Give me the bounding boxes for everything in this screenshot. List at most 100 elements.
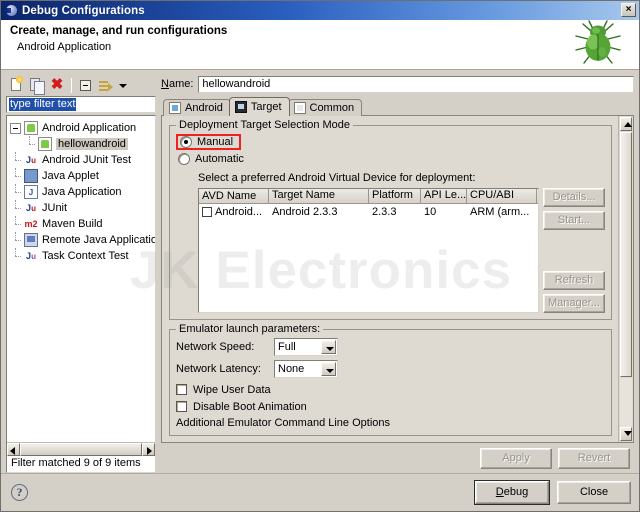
network-speed-select[interactable]: Full	[274, 338, 338, 356]
target-panel-scrollbar[interactable]	[618, 116, 633, 442]
page-title: Create, manage, and run configurations	[10, 25, 228, 37]
tree-horizontal-scrollbar[interactable]	[7, 442, 155, 456]
tree-item-label: Task Context Test	[42, 250, 129, 262]
network-speed-label: Network Speed:	[176, 341, 255, 353]
tree-item-task-context-test[interactable]: Ju Task Context Test	[10, 248, 155, 264]
scroll-right-icon[interactable]	[142, 443, 155, 456]
cell-avd-name[interactable]: Android...	[199, 206, 269, 218]
title-bar: Debug Configurations ×	[1, 1, 639, 20]
name-input[interactable]	[198, 75, 634, 93]
debug-button[interactable]: Debug	[474, 480, 550, 505]
checkbox-icon[interactable]	[176, 384, 187, 395]
automatic-radio-row[interactable]: Automatic	[178, 151, 605, 167]
tree-item-remote-java-application[interactable]: Remote Java Applicatio	[10, 232, 155, 248]
chevron-down-icon[interactable]	[117, 76, 127, 94]
tree-branch-line	[10, 152, 21, 168]
checkbox-icon[interactable]	[202, 206, 212, 217]
tree-item-maven-build[interactable]: m2 Maven Build	[10, 216, 155, 232]
avd-instruction: Select a preferred Android Virtual Devic…	[198, 172, 476, 184]
network-speed-value: Full	[278, 341, 296, 353]
delete-configuration-button[interactable]: ✖	[48, 76, 66, 94]
tab-target[interactable]: Target	[228, 97, 290, 116]
configurations-tree-box: Android Application hellowandroid Ju And…	[6, 115, 156, 473]
expand-collapse-icon[interactable]	[10, 122, 21, 134]
tree-item-java-application[interactable]: J Java Application	[10, 184, 155, 200]
radio-icon[interactable]	[180, 136, 192, 148]
copy-document-icon	[30, 78, 45, 95]
scroll-up-icon[interactable]	[620, 117, 632, 131]
network-latency-label: Network Latency:	[176, 363, 261, 375]
name-row: Name:	[161, 74, 634, 94]
tree-item-java-applet[interactable]: Java Applet	[10, 168, 155, 184]
new-configuration-button[interactable]	[8, 76, 26, 94]
tree-item-android-junit-test[interactable]: Ju Android JUnit Test	[10, 152, 155, 168]
java-icon: J	[24, 185, 38, 199]
tree-branch-line	[10, 200, 21, 216]
network-latency-value: None	[278, 363, 305, 375]
column-header-api-level[interactable]: API Le...	[421, 189, 467, 204]
disable-boot-animation-label: Disable Boot Animation	[193, 400, 307, 413]
tree-branch-line	[24, 136, 35, 152]
column-header-target-name[interactable]: Target Name	[269, 189, 369, 204]
new-document-icon	[11, 76, 23, 91]
tree-branch-line	[10, 184, 21, 200]
scrollbar-track[interactable]	[620, 378, 632, 427]
column-header-cpu-abi[interactable]: CPU/ABI	[467, 189, 537, 204]
footer-buttons: Debug Close	[474, 480, 631, 505]
column-header-platform[interactable]: Platform	[369, 189, 421, 204]
manual-radio-row[interactable]: Manual	[176, 134, 605, 150]
chevron-down-icon[interactable]	[321, 362, 336, 376]
cell-avd-name-text: Android...	[215, 205, 263, 218]
close-button[interactable]: Close	[557, 481, 631, 504]
column-header-avd-name[interactable]: AVD Name	[199, 189, 269, 204]
manager-button[interactable]: Manager...	[543, 294, 605, 313]
start-button[interactable]: Start...	[543, 211, 605, 230]
refresh-button[interactable]: Refresh	[543, 271, 605, 290]
tab-bar: Android Target Common	[161, 97, 634, 116]
target-tab-content: Deployment Target Selection Mode Manual …	[162, 116, 618, 442]
details-button[interactable]: Details...	[543, 188, 605, 207]
checkbox-icon[interactable]	[176, 401, 187, 412]
manual-label: Manual	[197, 136, 234, 148]
radio-icon[interactable]	[178, 153, 190, 165]
scrollbar-thumb[interactable]	[620, 132, 632, 377]
duplicate-configuration-button[interactable]	[28, 76, 46, 95]
avd-table: AVD Name Target Name Platform API Le... …	[198, 188, 539, 313]
tree-item-label: Android JUnit Test	[42, 154, 132, 166]
toolbar-separator	[71, 77, 72, 93]
android-icon	[38, 137, 52, 151]
network-latency-row: Network Latency: None	[176, 359, 605, 379]
tree-item-hellowandroid[interactable]: hellowandroid	[10, 136, 155, 152]
chevron-down-icon[interactable]	[321, 340, 336, 354]
target-tab-panel: Deployment Target Selection Mode Manual …	[161, 115, 634, 443]
table-row[interactable]: Android... Android 2.3.3 2.3.3 10 ARM (a…	[199, 204, 538, 219]
tab-common[interactable]: Common	[287, 99, 363, 116]
tree-item-android-application[interactable]: Android Application	[10, 120, 155, 136]
apply-button[interactable]: Apply	[480, 447, 552, 469]
dialog-body: ✖ type filter text Android Application h…	[1, 70, 639, 473]
filter-button[interactable]	[97, 76, 115, 94]
filter-input[interactable]: type filter text	[6, 96, 156, 113]
filter-status: Filter matched 9 of 9 items	[7, 456, 155, 472]
tab-android[interactable]: Android	[163, 99, 231, 116]
wipe-user-data-row[interactable]: Wipe User Data	[176, 381, 605, 398]
collapse-all-button[interactable]	[77, 76, 95, 94]
scroll-left-icon[interactable]	[7, 443, 20, 456]
disable-boot-animation-row[interactable]: Disable Boot Animation	[176, 398, 605, 415]
scrollbar-thumb[interactable]	[20, 443, 142, 456]
help-icon[interactable]: ?	[11, 484, 28, 501]
applet-icon	[24, 169, 38, 183]
target-tab-icon	[234, 101, 247, 113]
network-latency-select[interactable]: None	[274, 360, 338, 378]
network-speed-row: Network Speed: Full	[176, 337, 605, 357]
tree-item-junit[interactable]: Ju JUnit	[10, 200, 155, 216]
revert-button[interactable]: Revert	[558, 447, 630, 469]
tab-label: Target	[250, 101, 282, 113]
configurations-panel: ✖ type filter text Android Application h…	[6, 74, 156, 473]
scroll-down-icon[interactable]	[620, 427, 632, 441]
dialog-footer: ? Debug Close	[1, 473, 639, 511]
close-icon[interactable]: ×	[621, 3, 636, 17]
tree-item-label: Java Applet	[42, 170, 99, 182]
column-header-extra[interactable]	[537, 189, 538, 204]
additional-options-label: Additional Emulator Command Line Options	[176, 417, 391, 429]
